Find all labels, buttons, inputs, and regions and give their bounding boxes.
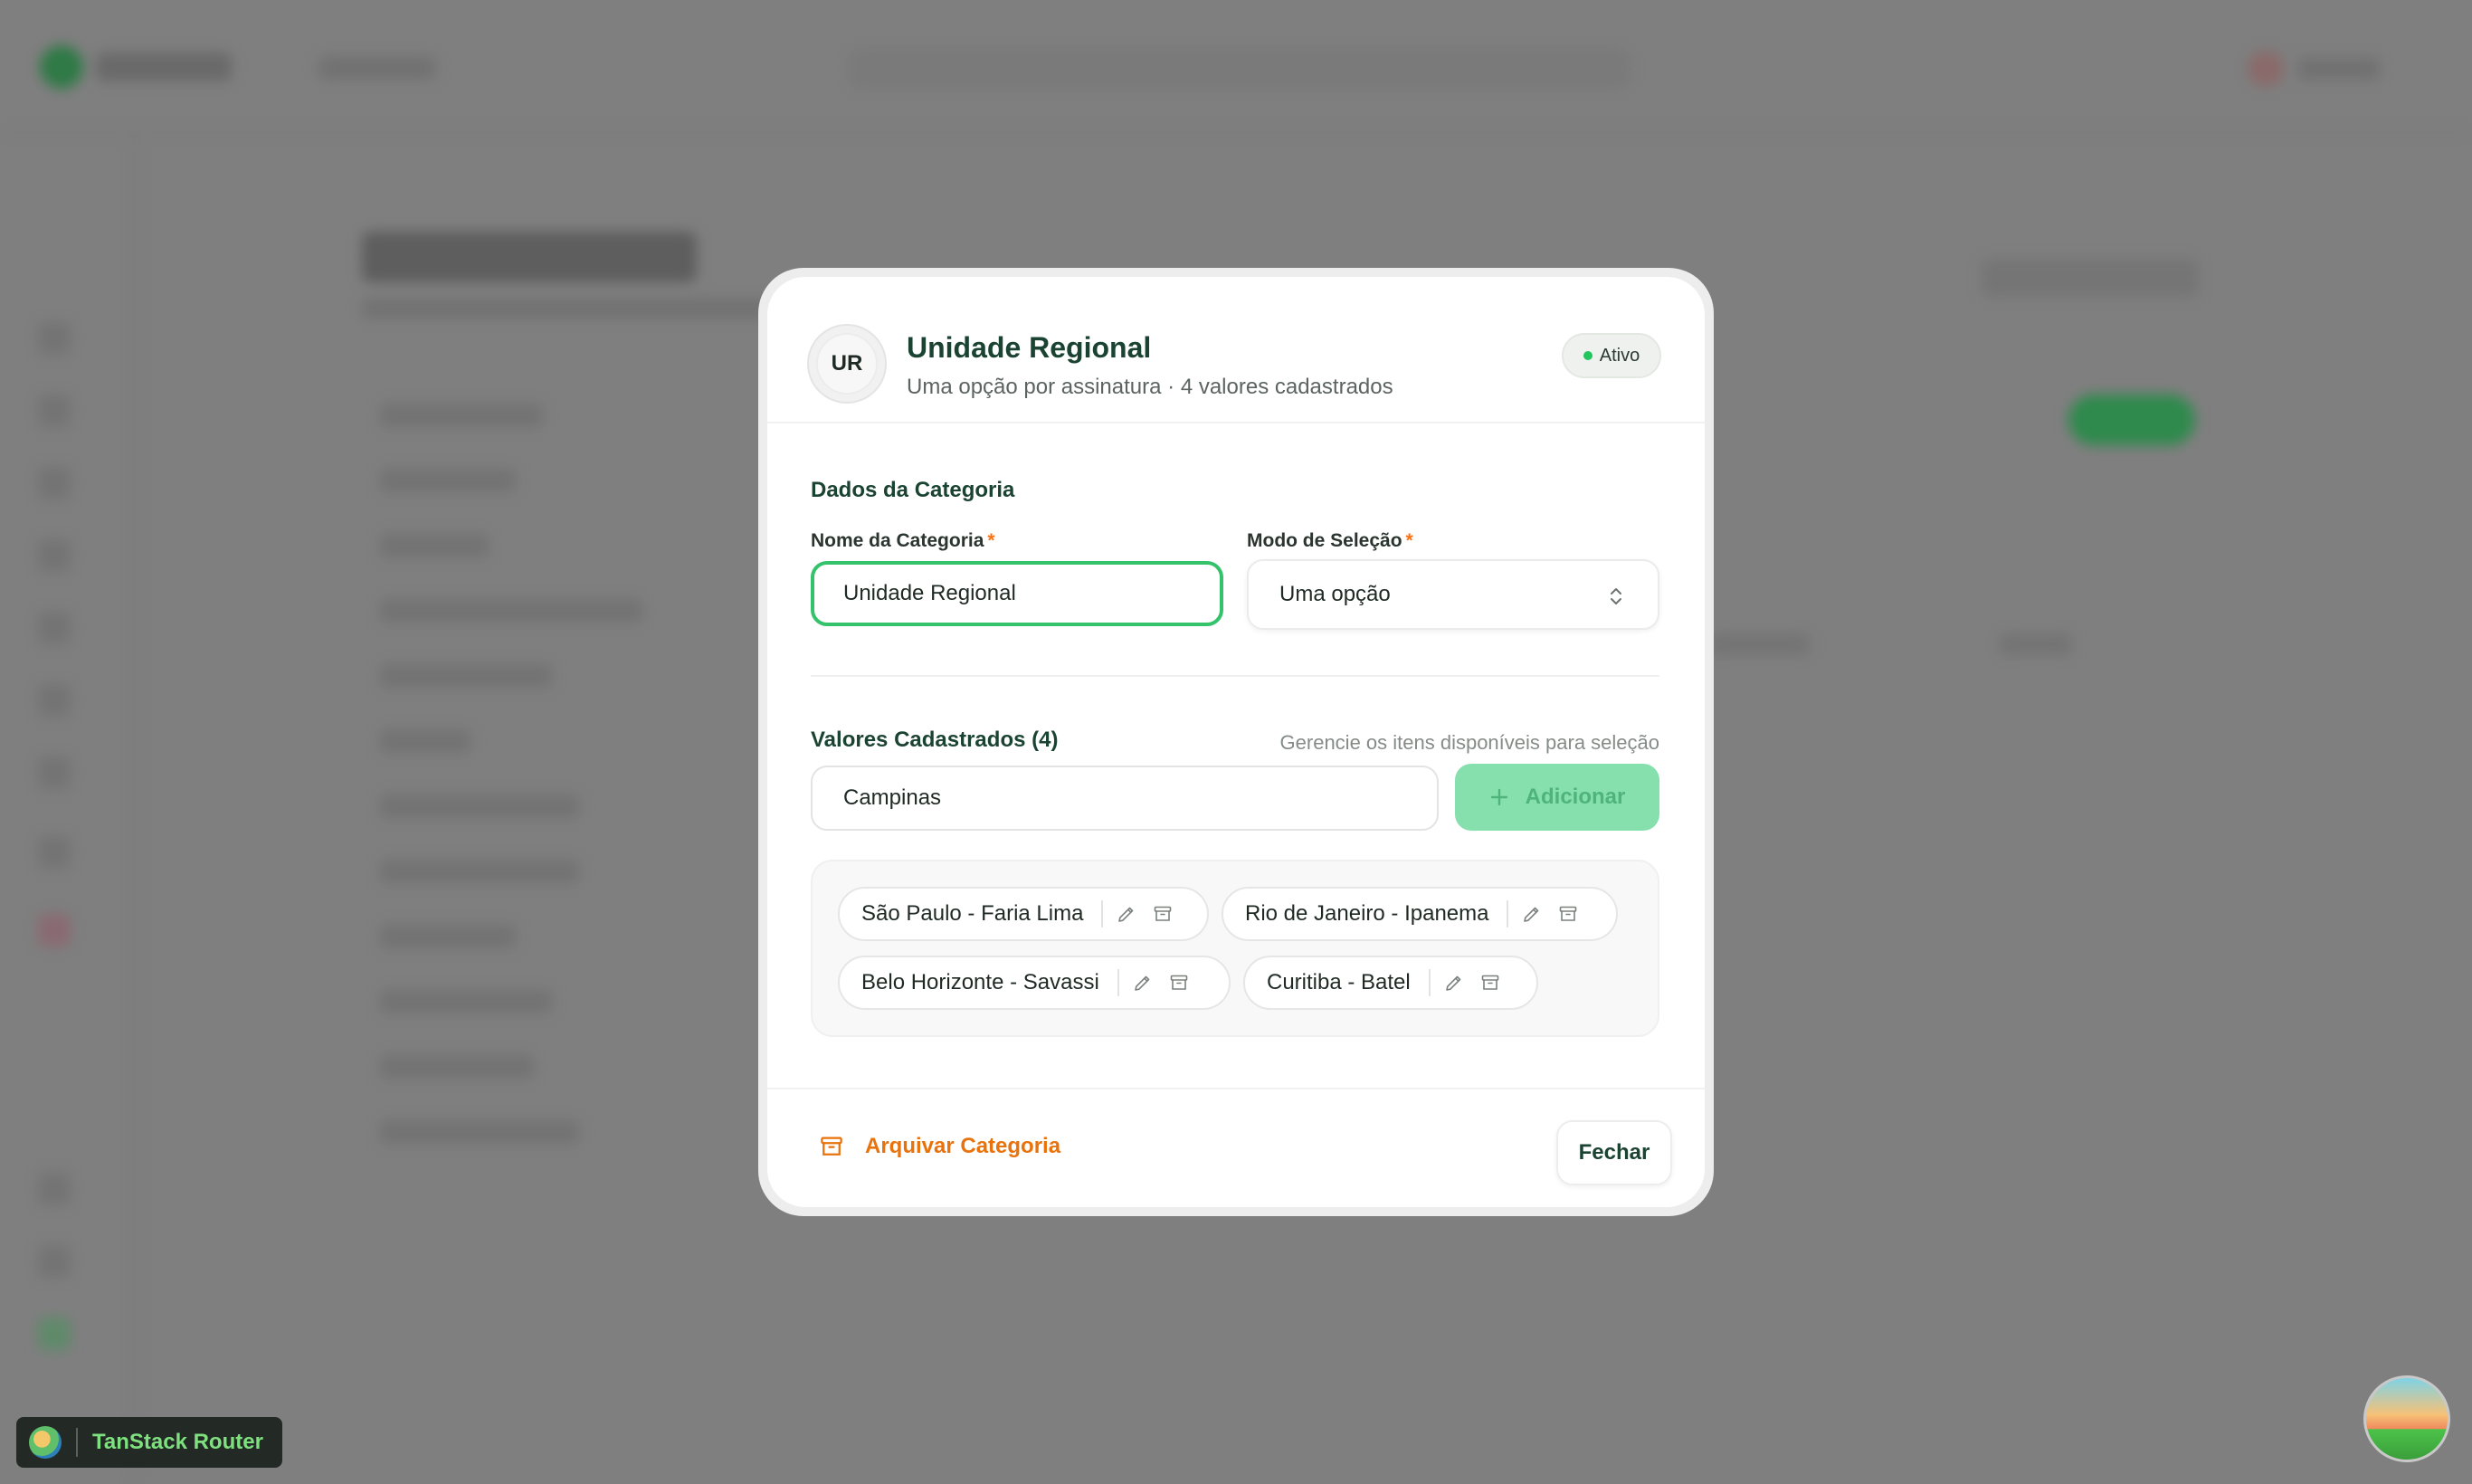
archive-box-icon[interactable] [1152, 903, 1174, 925]
background-menu-item [380, 860, 579, 883]
values-list: São Paulo - Faria Lima Rio de Janeiro - … [811, 860, 1659, 1037]
category-name-input[interactable] [811, 561, 1223, 626]
background-rail-icon [38, 1245, 71, 1278]
background-action-button [1982, 259, 2199, 297]
background-logo-text [96, 52, 232, 81]
background-menu-item [380, 925, 516, 948]
dialog-footer: Arquivar Categoria Fechar [767, 1088, 1705, 1207]
background-menu-item [380, 664, 552, 688]
background-menu-item [380, 404, 543, 427]
background-nav-item [319, 56, 436, 80]
category-avatar: UR [807, 324, 887, 404]
name-field-label-text: Nome da Categoria [811, 530, 984, 551]
mode-field-label-text: Modo de Seleção [1247, 530, 1402, 551]
value-chip: Rio de Janeiro - Ipanema [1222, 887, 1618, 941]
close-dialog-button[interactable]: Fechar [1556, 1120, 1672, 1185]
section-divider [811, 675, 1659, 677]
background-rail-icon [38, 1173, 71, 1205]
pencil-icon[interactable] [1116, 903, 1137, 925]
value-chip-label: Belo Horizonte - Savassi [861, 970, 1099, 994]
background-user-menu [2298, 58, 2380, 80]
status-badge-label: Ativo [1599, 345, 1640, 366]
add-value-button[interactable]: Adicionar [1455, 764, 1659, 831]
archive-box-icon[interactable] [1168, 972, 1190, 994]
background-rail-icon [38, 1318, 71, 1350]
required-mark: * [987, 530, 995, 551]
dialog-subtitle: Uma opção por assinatura · 4 valores cad… [907, 375, 1393, 399]
value-chip: Belo Horizonte - Savassi [838, 956, 1231, 1010]
chip-divider [1507, 900, 1509, 928]
value-chip-label: Curitiba - Batel [1267, 970, 1411, 994]
background-rail-icon [38, 612, 71, 644]
background-rail-icon [38, 395, 71, 427]
background-menu-item [380, 794, 579, 818]
tanstack-logo-icon [29, 1426, 62, 1459]
plus-icon [1490, 788, 1507, 806]
background-table-cell [1710, 633, 1810, 655]
chip-divider [1117, 969, 1119, 996]
required-mark: * [1405, 530, 1413, 551]
chip-divider [1101, 900, 1104, 928]
background-table-cell [2000, 633, 2072, 655]
pencil-icon[interactable] [1132, 972, 1154, 994]
background-menu-item [380, 534, 489, 557]
name-field-label: Nome da Categoria * [811, 530, 995, 552]
archive-box-icon[interactable] [1557, 903, 1579, 925]
background-rail-icon [38, 539, 71, 572]
background-menu-item [380, 990, 552, 1013]
section-title-values: Valores Cadastrados (4) [811, 728, 1059, 752]
pencil-icon[interactable] [1521, 903, 1543, 925]
background-menu-item [380, 1120, 579, 1144]
background-logo-icon [40, 45, 83, 89]
section-title-category: Dados da Categoria [811, 478, 1015, 502]
new-value-input[interactable] [811, 766, 1439, 831]
background-search-bar [851, 51, 1629, 87]
background-page-title [362, 232, 697, 282]
mode-field-label: Modo de Seleção * [1247, 530, 1413, 552]
background-rail-icon [38, 467, 71, 499]
background-menu-item [380, 469, 516, 492]
background-menu-item [380, 729, 471, 753]
background-rail-icon [38, 684, 71, 717]
background-rail-icon [38, 914, 71, 947]
background-rail-icon [38, 836, 71, 869]
dialog-header: UR Unidade Regional Uma opção por assina… [767, 277, 1705, 423]
background-avatar [2248, 51, 2284, 87]
chip-divider [1428, 969, 1431, 996]
selection-mode-value: Uma opção [1279, 582, 1391, 606]
pencil-icon[interactable] [1443, 972, 1465, 994]
archive-category-button[interactable]: Arquivar Categoria [818, 1133, 1060, 1160]
archive-box-icon[interactable] [1479, 972, 1501, 994]
background-topbar [0, 0, 2472, 134]
value-chip-label: São Paulo - Faria Lima [861, 901, 1084, 926]
selection-mode-select[interactable]: Uma opção [1247, 559, 1659, 630]
archive-category-label: Arquivar Categoria [865, 1134, 1061, 1158]
devtools-label: TanStack Router [92, 1430, 263, 1454]
background-menu-item [380, 599, 642, 623]
background-primary-button [2068, 395, 2195, 445]
status-dot-icon [1583, 351, 1593, 360]
archive-box-icon [821, 1137, 842, 1156]
tanstack-router-devtools-button[interactable]: TanStack Router [16, 1417, 282, 1468]
category-avatar-initials: UR [816, 333, 878, 395]
value-chip-label: Rio de Janeiro - Ipanema [1245, 901, 1489, 926]
background-rail-icon [38, 322, 71, 355]
background-side-rail [0, 134, 136, 1484]
status-badge: Ativo [1562, 333, 1661, 378]
value-chip: São Paulo - Faria Lima [838, 887, 1209, 941]
modal-frame: UR Unidade Regional Uma opção por assina… [758, 268, 1714, 1216]
dialog-title: Unidade Regional [907, 331, 1152, 364]
value-chip: Curitiba - Batel [1243, 956, 1538, 1010]
background-rail-icon [38, 756, 71, 789]
background-menu-item [380, 1055, 534, 1079]
chevron-up-down-icon [1611, 588, 1621, 604]
category-dialog: UR Unidade Regional Uma opção por assina… [767, 277, 1705, 1207]
devtools-divider [76, 1428, 78, 1457]
add-value-button-label: Adicionar [1525, 785, 1626, 809]
values-hint: Gerencie os itens disponíveis para seleç… [1279, 731, 1659, 754]
tanstack-query-devtools-icon[interactable] [2363, 1375, 2450, 1462]
